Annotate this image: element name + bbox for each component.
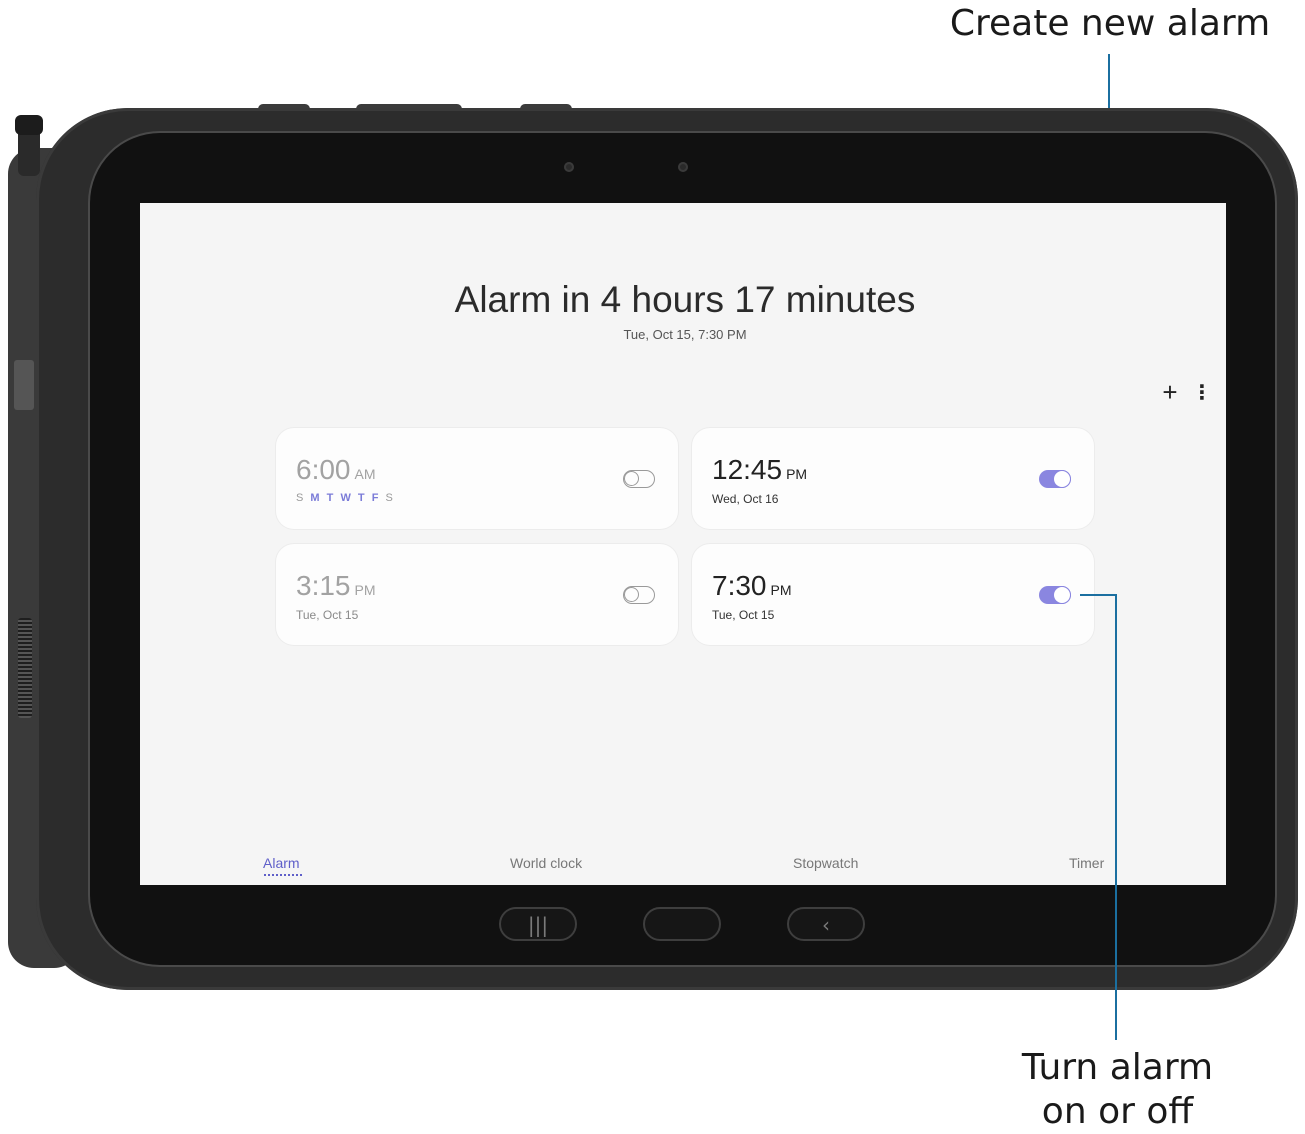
alarm-card[interactable]: 3:15 PM Tue, Oct 15	[276, 544, 678, 645]
toggle-knob	[1054, 471, 1070, 487]
add-alarm-button[interactable]: +	[1156, 379, 1184, 407]
recents-icon: |||	[527, 913, 549, 937]
alarm-date: Tue, Oct 15	[296, 608, 359, 622]
clock-app-screen: Alarm in 4 hours 17 minutes Tue, Oct 15,…	[140, 203, 1226, 885]
alarm-time-value: 3:15	[296, 570, 351, 601]
alarm-date: Wed, Oct 16	[712, 492, 779, 506]
callout-turn-line2: on or off	[1041, 1091, 1194, 1132]
tab-alarm-indicator	[264, 874, 302, 876]
tab-world-clock[interactable]: World clock	[510, 855, 582, 871]
alarm-time: 3:15 PM	[296, 570, 376, 602]
alarm-ampm: PM	[354, 582, 376, 598]
alarm-time-value: 7:30	[712, 570, 767, 601]
alarm-date: Tue, Oct 15	[712, 608, 775, 622]
alarm-time-value: 12:45	[712, 454, 783, 485]
side-brand-mark	[14, 360, 34, 410]
callout-turn-alarm-on-off: Turn alarm on or off	[975, 1046, 1260, 1134]
alarm-ampm: AM	[354, 466, 376, 482]
alarm-time: 6:00 AM	[296, 454, 376, 486]
callout-create-new-alarm: Create new alarm	[949, 3, 1271, 44]
day-friday: F	[371, 492, 381, 504]
page: Create new alarm ||| ‹ Alarm in 4 hours …	[0, 0, 1305, 1134]
alarm-ampm: PM	[786, 466, 808, 482]
alarm-card[interactable]: 6:00 AM S M T W T F S	[276, 428, 678, 529]
back-icon: ‹	[822, 913, 830, 937]
next-alarm-date: Tue, Oct 15, 7:30 PM	[623, 327, 747, 342]
callout-line-turn-vertical	[1115, 594, 1117, 1040]
more-options-button[interactable]: ⋮	[1192, 381, 1212, 405]
day-sunday: S	[296, 492, 306, 504]
toggle-knob	[624, 587, 639, 602]
toggle-knob	[624, 471, 639, 486]
plus-icon: +	[1162, 377, 1178, 407]
back-key[interactable]: ‹	[787, 907, 865, 941]
tab-stopwatch[interactable]: Stopwatch	[793, 855, 858, 871]
day-wednesday: W	[340, 492, 353, 504]
alarm-card[interactable]: 7:30 PM Tue, Oct 15	[692, 544, 1094, 645]
callout-turn-line1: Turn alarm	[1021, 1047, 1214, 1088]
alarm-time: 7:30 PM	[712, 570, 792, 602]
recents-key[interactable]: |||	[499, 907, 577, 941]
camera-icon	[678, 162, 688, 172]
day-thursday: T	[357, 492, 367, 504]
day-tuesday: T	[326, 492, 336, 504]
alarm-toggle[interactable]	[1039, 586, 1071, 604]
alarm-toggle[interactable]	[1039, 470, 1071, 488]
alarm-time: 12:45 PM	[712, 454, 807, 486]
alarm-card[interactable]: 12:45 PM Wed, Oct 16	[692, 428, 1094, 529]
day-monday: M	[310, 492, 322, 504]
side-grip-ridges	[18, 618, 32, 718]
sensor-dot	[564, 162, 574, 172]
stylus-cap	[15, 115, 43, 135]
more-vertical-icon: ⋮	[1192, 382, 1212, 404]
alarm-ampm: PM	[770, 582, 792, 598]
alarm-toggle[interactable]	[623, 470, 655, 488]
tab-alarm[interactable]: Alarm	[263, 855, 300, 871]
toggle-knob	[1054, 587, 1070, 603]
alarm-toggle[interactable]	[623, 586, 655, 604]
next-alarm-headline: Alarm in 4 hours 17 minutes	[454, 279, 916, 320]
callout-line-turn-horizontal	[1080, 594, 1116, 596]
tab-timer[interactable]: Timer	[1069, 855, 1104, 871]
home-key[interactable]	[643, 907, 721, 941]
alarm-repeat-days: S M T W T F S	[296, 492, 395, 504]
alarm-time-value: 6:00	[296, 454, 351, 485]
day-saturday: S	[385, 492, 395, 504]
